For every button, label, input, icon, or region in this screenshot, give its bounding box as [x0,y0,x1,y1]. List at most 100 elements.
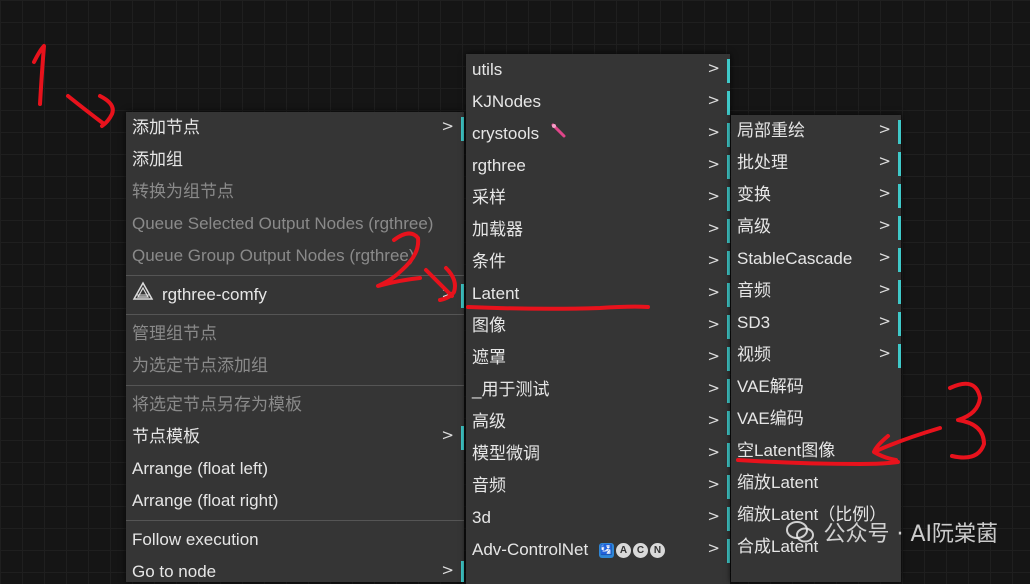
menu-item-mask[interactable]: 遮罩 > [466,342,730,374]
menu-item-label: 将选定节点另存为模板 [132,395,302,414]
menu-item-label: 图像 [472,316,506,335]
menu-item-node-templates[interactable]: 节点模板 > [126,421,464,453]
menu-item-transform[interactable]: 变换 > [731,179,901,211]
menu-item-label: 采样 [472,188,506,207]
chevron-right-icon: > [878,184,891,202]
menu-item-adv-controlnet[interactable]: Adv-ControlNet 🛂 A C N > [466,534,730,566]
menu-item-label: 管理组节点 [132,324,217,343]
menu-item-go-to-node[interactable]: Go to node > [126,556,464,582]
menu-item-arrange-right[interactable]: Arrange (float right) [126,485,464,517]
chevron-right-icon: > [707,315,720,333]
menu-item-inpaint[interactable]: 局部重绘 > [731,115,901,147]
chevron-right-icon: > [707,507,720,525]
menu-item-advanced[interactable]: 高级 > [731,211,901,243]
menu-item-label: 3d [472,508,491,527]
menu-item-utils[interactable]: utils > [466,54,730,86]
add-node-submenu: utils > KJNodes > crystools > rgthree > 采样 >… [466,54,730,584]
chevron-right-icon: > [707,411,720,429]
menu-item-label: Follow execution [132,530,259,549]
menu-item-label: 模型微调 [472,444,540,463]
annotation-number-1 [32,44,46,106]
chevron-right-icon: > [878,216,891,234]
letter-c-icon: C [632,543,648,559]
menu-item-conditioning[interactable]: 条件 > [466,246,730,278]
menu-item-arrange-left[interactable]: Arrange (float left) [126,453,464,485]
rgthree-logo-icon [132,280,154,312]
menu-item-kjnodes[interactable]: KJNodes > [466,86,730,118]
menu-item-advanced[interactable]: 高级 > [466,406,730,438]
menu-item-3d[interactable]: 3d > [466,502,730,534]
menu-item-label: KJNodes [472,92,541,111]
menu-item-batch[interactable]: 批处理 > [731,147,901,179]
menu-item-loaders[interactable]: 加载器 > [466,214,730,246]
menu-item-queue-selected[interactable]: Queue Selected Output Nodes (rgthree) [126,208,464,240]
menu-item-upscale-latent[interactable]: 缩放Latent [731,467,901,499]
chevron-right-icon: > [878,248,891,266]
chevron-right-icon: > [707,187,720,205]
menu-item-label: Arrange (float right) [132,491,279,510]
chevron-right-icon: > [441,561,454,579]
menu-item-label: Latent [472,284,520,303]
menu-item-label: 加载器 [472,220,523,239]
wand-icon [550,119,568,151]
menu-item-vae-encode[interactable]: VAE编码 [731,403,901,435]
chevron-right-icon: > [707,379,720,397]
chevron-right-icon: > [707,219,720,237]
menu-item-empty-latent-image[interactable]: 空Latent图像 [731,435,901,467]
menu-item-audio[interactable]: 音频 > [731,275,901,307]
chevron-right-icon: > [707,539,720,557]
menu-item-label: 批处理 [737,153,788,172]
chevron-right-icon: > [878,120,891,138]
menu-item-add-group[interactable]: 添加组 [126,144,464,176]
menu-item-add-group-selected[interactable]: 为选定节点添加组 [126,350,464,382]
menu-item-for-testing[interactable]: _用于测试 > [466,374,730,406]
chevron-right-icon: > [707,251,720,269]
menu-item-label: 遮罩 [472,348,506,367]
menu-item-label: 音频 [472,476,506,495]
letter-a-icon: A [615,543,631,559]
menu-item-sampling[interactable]: 采样 > [466,182,730,214]
chevron-right-icon: > [707,59,720,77]
menu-item-convert-group-node[interactable]: 转换为组节点 [126,176,464,208]
menu-item-save-as-template[interactable]: 将选定节点另存为模板 [126,389,464,421]
annotation-number-3 [948,381,986,460]
menu-item-manage-group-nodes[interactable]: 管理组节点 [126,318,464,350]
menu-item-sd3[interactable]: SD3 > [731,307,901,339]
chevron-right-icon: > [878,280,891,298]
menu-item-crystools[interactable]: crystools > [466,118,730,150]
chevron-right-icon: > [707,475,720,493]
menu-item-rgthree[interactable]: rgthree > [466,150,730,182]
menu-item-label: rgthree-comfy [162,285,267,304]
menu-item-label: Queue Selected Output Nodes (rgthree) [132,214,434,233]
chevron-right-icon: > [707,283,720,301]
menu-item-video[interactable]: 视频 > [731,339,901,371]
menu-item-latent[interactable]: Latent > [466,278,730,310]
menu-item-rgthree-comfy[interactable]: rgthree-comfy > [126,279,464,311]
menu-item-follow-execution[interactable]: Follow execution [126,524,464,556]
menu-divider [126,520,464,521]
menu-item-label: 条件 [472,252,506,271]
menu-item-vae-decode[interactable]: VAE解码 [731,371,901,403]
menu-item-label: VAE编码 [737,409,804,428]
menu-item-label: 添加节点 [132,118,200,137]
watermark: 公众号 · AI阮棠菌 [785,516,998,551]
menu-item-label: Queue Group Output Nodes (rgthree) [132,246,415,265]
chevron-right-icon: > [878,344,891,362]
menu-item-label: crystools [472,124,540,143]
menu-item-label: 缩放Latent [737,473,819,492]
chevron-right-icon: > [707,347,720,365]
menu-item-image[interactable]: 图像 > [466,310,730,342]
menu-item-queue-group[interactable]: Queue Group Output Nodes (rgthree) [126,240,464,272]
annotation-arrow-1 [66,94,115,128]
menu-item-label: VAE解码 [737,377,804,396]
menu-item-audio[interactable]: 音频 > [466,470,730,502]
latent-submenu: 局部重绘 > 批处理 > 变换 > 高级 > StableCascade > 音频 > SD… [731,115,901,582]
menu-divider [126,385,464,386]
menu-item-label: utils [472,60,503,79]
menu-item-label: 添加组 [132,150,183,169]
menu-item-model-patches[interactable]: 模型微调 > [466,438,730,470]
letter-n-icon: N [649,543,665,559]
menu-item-label: SD3 [737,313,771,332]
menu-item-add-node[interactable]: 添加节点 > [126,112,464,144]
menu-item-stablecascade[interactable]: StableCascade > [731,243,901,275]
